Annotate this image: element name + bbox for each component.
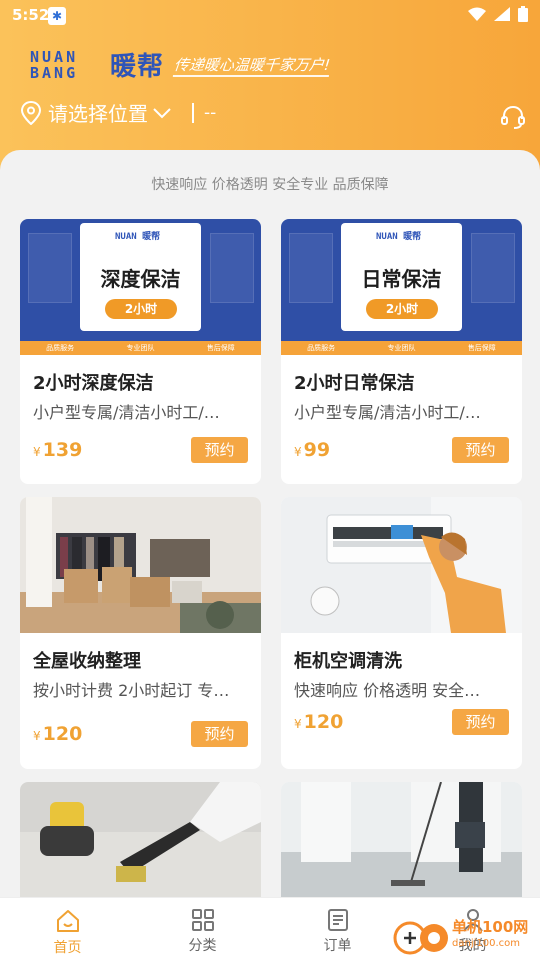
service-card[interactable] bbox=[281, 782, 522, 897]
battery-icon bbox=[518, 6, 528, 22]
status-bar: 5:52 ✱ bbox=[0, 0, 540, 32]
service-price: ¥120 bbox=[33, 723, 83, 745]
carpet-cleaning-photo bbox=[20, 782, 261, 897]
service-card[interactable]: NUAN 暖帮 深度保洁 2小时 品质服务 专业团队 售后保障 2小时深度保洁 … bbox=[20, 219, 261, 484]
banner-pill: 2小时 bbox=[366, 299, 438, 319]
book-button[interactable]: 预约 bbox=[452, 709, 509, 735]
location-pin-icon bbox=[20, 100, 42, 125]
service-description: 小户型专属/清洁小时工/… bbox=[33, 403, 220, 421]
order-list-icon bbox=[327, 909, 348, 931]
service-title: 2小时深度保洁 bbox=[33, 373, 154, 394]
service-title: 全屋收纳整理 bbox=[33, 651, 141, 672]
book-button[interactable]: 预约 bbox=[452, 437, 509, 463]
app-notification-icon: ✱ bbox=[48, 7, 66, 25]
service-card[interactable] bbox=[20, 782, 261, 897]
location-detail: -- bbox=[204, 102, 217, 123]
wardrobe-photo bbox=[20, 497, 261, 633]
content-panel: 快速响应 价格透明 安全专业 品质保障 NUAN 暖帮 深度保洁 2小时 品质服… bbox=[0, 150, 540, 897]
service-card[interactable]: 全屋收纳整理 按小时计费 2小时起订 专… ¥120 预约 bbox=[20, 497, 261, 769]
nav-home[interactable]: 首页 bbox=[0, 898, 135, 960]
service-card[interactable]: NUAN 暖帮 日常保洁 2小时 品质服务 专业团队 售后保障 2小时日常保洁 … bbox=[281, 219, 522, 484]
service-banner-image: NUAN 暖帮 日常保洁 2小时 品质服务 专业团队 售后保障 bbox=[281, 219, 522, 355]
banner-strip: 品质服务 专业团队 售后保障 bbox=[20, 341, 261, 355]
service-tagline: 快速响应 价格透明 安全专业 品质保障 bbox=[151, 177, 389, 193]
nav-category[interactable]: 分类 bbox=[135, 898, 270, 960]
service-card[interactable]: 柜机空调清洗 快速响应 价格透明 安全… ¥120 预约 bbox=[281, 497, 522, 769]
service-description: 快速响应 价格透明 安全… bbox=[294, 681, 481, 699]
signal-icon bbox=[494, 7, 510, 21]
logo-mark: NUAN BANG bbox=[30, 47, 79, 82]
grid-icon bbox=[191, 909, 214, 931]
price-row: ¥120 预约 bbox=[294, 709, 509, 735]
price-row: ¥99 预约 bbox=[294, 437, 509, 463]
location-selector[interactable]: 请选择位置 -- bbox=[20, 98, 216, 127]
nav-label: 订单 bbox=[323, 938, 352, 954]
watermark-text: 单机100网 bbox=[452, 918, 529, 936]
banner-pill: 2小时 bbox=[105, 299, 177, 319]
status-time: 5:52 bbox=[12, 6, 50, 24]
service-banner-image: NUAN 暖帮 深度保洁 2小时 品质服务 专业团队 售后保障 bbox=[20, 219, 261, 355]
location-divider bbox=[192, 102, 194, 123]
watermark-subtext: danji100.com bbox=[452, 938, 520, 949]
nav-label: 分类 bbox=[188, 938, 217, 954]
site-watermark: 单机100网 danji100.com bbox=[392, 912, 540, 960]
price-row: ¥120 预约 bbox=[33, 721, 248, 747]
location-label: 请选择位置 bbox=[48, 102, 148, 126]
banner-headline: 深度保洁 bbox=[100, 267, 181, 291]
banner-strip: 品质服务 专业团队 售后保障 bbox=[281, 341, 522, 355]
service-description: 小户型专属/清洁小时工/… bbox=[294, 403, 481, 421]
service-title: 柜机空调清洗 bbox=[294, 651, 402, 672]
service-price: ¥120 bbox=[294, 711, 344, 733]
service-description: 按小时计费 2小时起订 专… bbox=[33, 681, 230, 699]
banner-panel: NUAN 暖帮 日常保洁 2小时 bbox=[341, 223, 462, 331]
customer-service-button[interactable] bbox=[500, 104, 526, 134]
book-button[interactable]: 预约 bbox=[191, 437, 248, 463]
slogan: 传递暖心温暖千家万户! bbox=[172, 54, 332, 77]
ac-cleaning-photo bbox=[281, 497, 522, 633]
nav-orders[interactable]: 订单 bbox=[270, 898, 405, 960]
banner-headline: 日常保洁 bbox=[361, 267, 442, 291]
chevron-down-icon bbox=[153, 107, 171, 118]
headset-icon bbox=[501, 105, 525, 129]
wifi-icon bbox=[468, 7, 486, 21]
status-icons bbox=[468, 6, 528, 22]
price-row: ¥139 预约 bbox=[33, 437, 248, 463]
logo-chinese-name: 暖帮 bbox=[110, 52, 165, 82]
service-price: ¥99 bbox=[294, 439, 331, 461]
brand-logo: NUAN BANG 暖帮 bbox=[30, 46, 164, 83]
banner-panel: NUAN 暖帮 深度保洁 2小时 bbox=[80, 223, 201, 331]
service-title: 2小时日常保洁 bbox=[294, 373, 415, 394]
home-icon bbox=[56, 910, 79, 932]
nav-label: 首页 bbox=[53, 940, 82, 956]
service-price: ¥139 bbox=[33, 439, 83, 461]
floor-mopping-photo bbox=[281, 782, 522, 897]
book-button[interactable]: 预约 bbox=[191, 721, 248, 747]
watermark-logo-icon bbox=[393, 921, 448, 955]
